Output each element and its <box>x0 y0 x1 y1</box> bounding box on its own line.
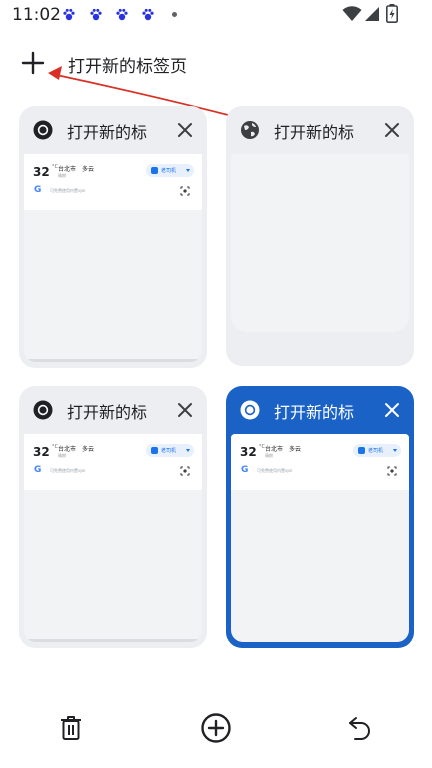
baidu-paw-icon <box>116 8 128 21</box>
search-placeholder: 可免费使用内置vpn <box>50 188 86 193</box>
undo-icon <box>349 717 370 740</box>
tab-title: 打开新的标 <box>274 123 355 142</box>
search-box: G 可免费使用内置vpn <box>32 184 194 200</box>
tab-card-selected[interactable]: 打开新的标 32 °C 台北市 多云 晴朗 老司机 G 可免费使用内置vpn <box>226 386 414 648</box>
weather-sub: 晴朗 <box>58 453 66 458</box>
weather-city: 台北市 <box>58 166 77 173</box>
google-logo-icon: G <box>241 465 249 475</box>
profile-chip: 老司机 <box>353 444 401 457</box>
lens-icon <box>180 186 190 196</box>
chrome-icon <box>240 400 260 420</box>
tab-title: 打开新的标 <box>67 123 148 142</box>
tab-preview: 32 °C 台北市 多云 晴朗 老司机 G 可免费使用内置vpn <box>24 434 202 642</box>
lens-icon <box>180 466 190 476</box>
trash-icon <box>61 716 81 740</box>
notification-dot-icon <box>172 12 177 17</box>
chrome-icon <box>33 400 53 420</box>
chrome-icon <box>33 120 53 140</box>
wifi-icon <box>342 6 362 21</box>
new-tab-button[interactable] <box>198 710 234 746</box>
tab-card-header: 打开新的标 <box>226 106 414 154</box>
close-icon[interactable] <box>382 400 402 420</box>
weather-condition: 多云 <box>289 446 302 453</box>
weather-condition: 多云 <box>82 166 95 173</box>
lens-icon <box>387 466 397 476</box>
weather-widget: 32 °C 台北市 多云 晴朗 老司机 G 可免费使用内置vpn <box>24 154 202 210</box>
google-logo-icon: G <box>34 465 42 475</box>
baidu-paw-icon <box>63 8 75 21</box>
status-time: 11:02 <box>12 5 61 25</box>
tab-preview: 32 °C 台北市 多云 晴朗 老司机 G 可免费使用内置vpn <box>231 434 409 642</box>
open-new-tab-label[interactable]: 打开新的标签页 <box>68 52 187 77</box>
google-logo-icon: G <box>34 185 42 195</box>
weather-temp: 32 <box>33 445 50 459</box>
status-bar: 11:02 <box>0 0 432 30</box>
weather-sub: 晴朗 <box>265 453 273 458</box>
search-placeholder: 可免费使用内置vpn <box>50 468 86 473</box>
weather-condition: 多云 <box>82 446 95 453</box>
profile-chip: 老司机 <box>146 444 194 457</box>
globe-icon <box>241 121 259 139</box>
baidu-paw-icon <box>90 8 102 21</box>
tab-card-header: 打开新的标 <box>226 386 414 434</box>
tab-title: 打开新的标 <box>67 403 148 422</box>
profile-chip-label: 老司机 <box>161 448 177 454</box>
weather-widget: 32 °C 台北市 多云 晴朗 老司机 G 可免费使用内置vpn <box>231 434 409 490</box>
weather-widget: 32 °C 台北市 多云 晴朗 老司机 G 可免费使用内置vpn <box>24 434 202 490</box>
thumb-bottom-bar <box>24 359 202 362</box>
tab-card[interactable]: 打开新的标 32 °C 台北市 多云 晴朗 老司机 G 可免费使用内置vpn <box>19 106 207 368</box>
signal-icon <box>365 7 379 21</box>
battery-icon <box>386 4 398 23</box>
weather-city: 台北市 <box>265 446 284 453</box>
thumb-bottom-bar <box>24 639 202 642</box>
close-icon[interactable] <box>175 120 195 140</box>
close-icon[interactable] <box>175 400 195 420</box>
baidu-paw-icon <box>142 8 154 21</box>
undo-button[interactable] <box>342 710 378 746</box>
tab-title: 打开新的标 <box>274 403 355 422</box>
search-box: G 可免费使用内置vpn <box>239 464 401 480</box>
weather-sub: 晴朗 <box>58 173 66 178</box>
tab-card-header: 打开新的标 <box>19 386 207 434</box>
tab-preview: 32 °C 台北市 多云 晴朗 老司机 G 可免费使用内置vpn <box>24 154 202 362</box>
search-placeholder: 可免费使用内置vpn <box>257 468 293 473</box>
weather-city: 台北市 <box>58 446 77 453</box>
weather-temp: 32 <box>240 445 257 459</box>
profile-chip-label: 老司机 <box>368 448 384 454</box>
bottom-toolbar <box>0 700 432 756</box>
profile-chip: 老司机 <box>146 164 194 177</box>
plus-icon[interactable] <box>20 50 46 76</box>
tab-card[interactable]: 打开新的标 32 °C 台北市 多云 晴朗 老司机 G 可免费使用内置vpn <box>19 386 207 648</box>
close-all-tabs-button[interactable] <box>53 710 89 746</box>
tab-card[interactable]: 打开新的标 <box>226 106 414 366</box>
search-box: G 可免费使用内置vpn <box>32 464 194 480</box>
profile-chip-label: 老司机 <box>161 168 177 174</box>
weather-temp: 32 <box>33 165 50 179</box>
tab-card-header: 打开新的标 <box>19 106 207 154</box>
close-icon[interactable] <box>382 120 402 140</box>
add-circle-icon <box>201 713 231 743</box>
tab-preview <box>231 154 409 332</box>
open-new-tab-row[interactable]: 打开新的标签页 <box>0 40 432 86</box>
